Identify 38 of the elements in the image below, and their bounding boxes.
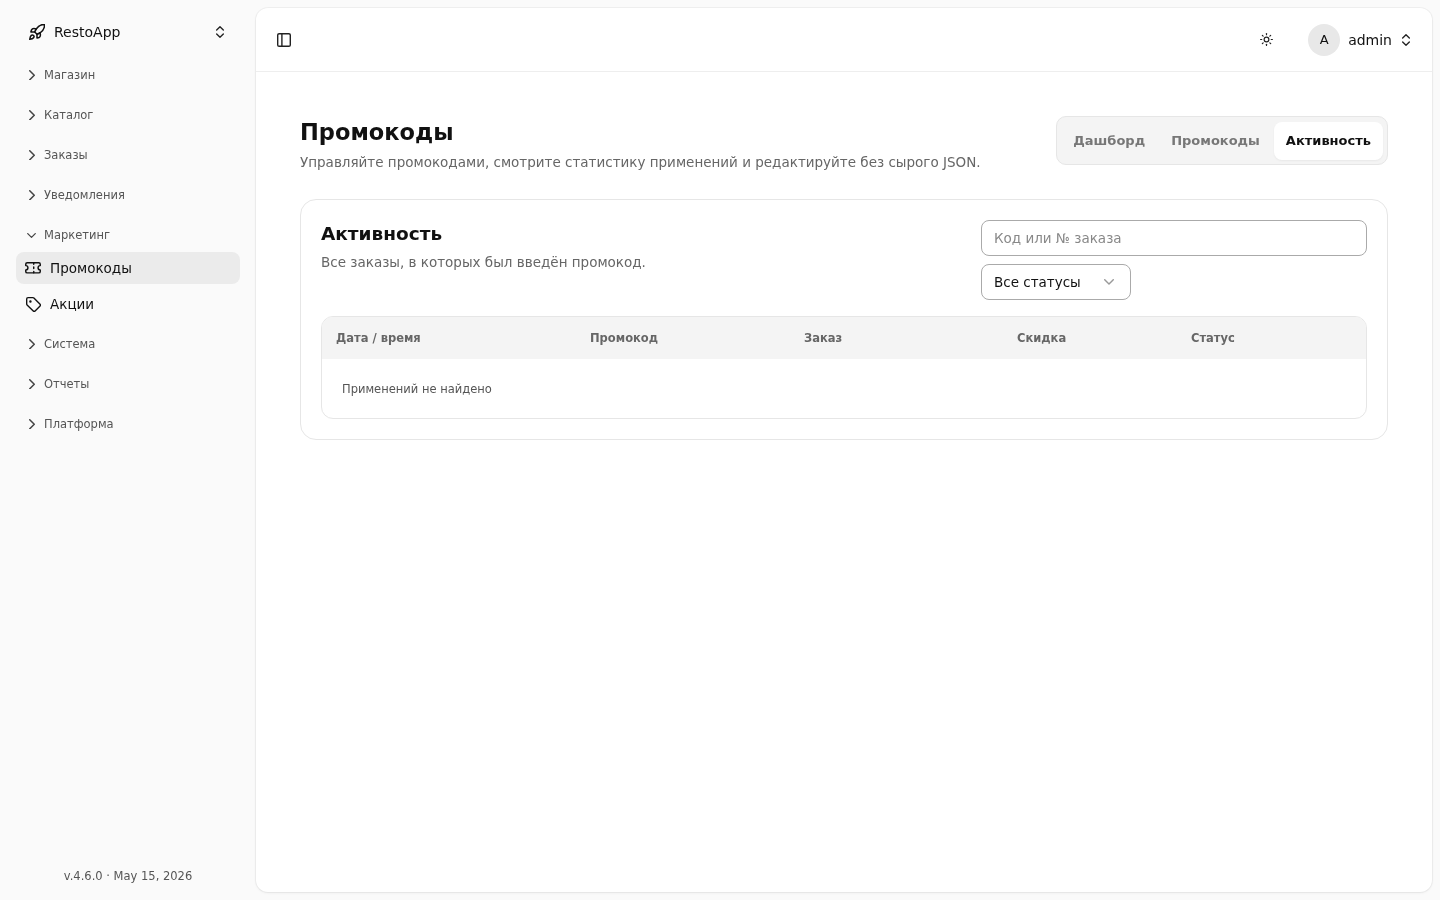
tab[interactable]: Активность bbox=[1273, 121, 1383, 160]
page-title: Промокоды bbox=[300, 118, 455, 147]
brand-switcher[interactable]: RestoApp bbox=[16, 12, 240, 52]
nav-group[interactable]: Система bbox=[16, 328, 240, 360]
ticket-icon bbox=[25, 262, 41, 274]
nav-group[interactable]: Заказы bbox=[16, 139, 240, 171]
tab[interactable]: Промокоды bbox=[1159, 121, 1272, 160]
sun-icon bbox=[1259, 33, 1273, 46]
chevron-down-icon bbox=[1104, 279, 1114, 285]
chevrons-up-down-icon bbox=[216, 26, 224, 38]
empty-message: Применений не найдено bbox=[342, 382, 492, 396]
status-select[interactable]: Все статусы bbox=[981, 264, 1131, 300]
nav-group[interactable]: Платформа bbox=[16, 408, 240, 440]
user-avatar: A bbox=[1308, 23, 1341, 56]
tab[interactable]: Дашборд bbox=[1061, 121, 1158, 160]
tag-icon bbox=[26, 296, 41, 312]
rocket-icon bbox=[29, 24, 45, 40]
nav-group[interactable]: Отчеты bbox=[16, 368, 240, 400]
card-title: Активность bbox=[321, 222, 444, 246]
nav-group[interactable]: Уведомления bbox=[16, 179, 240, 211]
column-header: Промокод bbox=[590, 331, 659, 345]
column-header: Статус bbox=[1191, 331, 1235, 345]
card-subtitle: Все заказы, в которых был введён промокод. bbox=[321, 253, 646, 272]
version-label: v.4.6.0 · May 15, 2026 bbox=[62, 869, 194, 883]
chevrons-up-down-icon bbox=[1402, 33, 1410, 46]
column-header: Дата / время bbox=[336, 331, 421, 345]
nav-group[interactable]: Магазин bbox=[16, 59, 240, 91]
page-subtitle: Управляйте промокодами, смотрите статистику применений и редактируйте без сырого JSON. bbox=[300, 153, 981, 172]
nav-group[interactable]: Маркетинг bbox=[16, 219, 240, 251]
sidebar-toggle-icon bbox=[277, 32, 291, 47]
search-field[interactable]: Код или № заказа bbox=[981, 220, 1367, 256]
user-menu-button[interactable]: A admin bbox=[1308, 23, 1410, 56]
nav-item[interactable]: Акции bbox=[16, 288, 240, 320]
column-header: Заказ bbox=[804, 331, 843, 345]
nav-item[interactable]: Промокоды bbox=[16, 252, 240, 284]
nav-group[interactable]: Каталог bbox=[16, 99, 240, 131]
column-header: Скидка bbox=[1017, 331, 1067, 345]
user-name: admin bbox=[1348, 31, 1392, 48]
